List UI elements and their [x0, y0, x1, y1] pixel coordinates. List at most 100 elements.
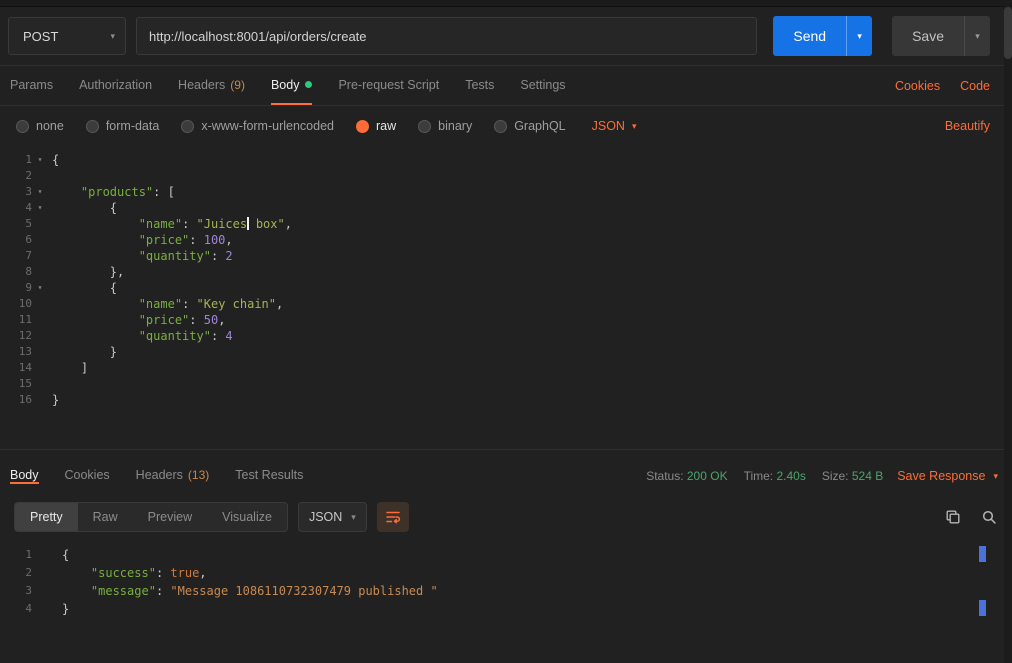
token: :: [156, 584, 170, 598]
body-type-binary[interactable]: binary: [418, 119, 472, 133]
request-tab-authorization[interactable]: Authorization: [79, 66, 152, 105]
request-tab-params[interactable]: Params: [10, 66, 53, 105]
fold-arrow-icon[interactable]: ▾: [32, 184, 48, 200]
token: true: [170, 566, 199, 580]
line-gutter: 7: [0, 248, 48, 264]
send-button[interactable]: Send: [773, 16, 846, 56]
request-tab-pre-request-script[interactable]: Pre-request Script: [338, 66, 439, 105]
code-text: "price": 100,: [52, 232, 233, 248]
request-tab-headers[interactable]: Headers(9): [178, 66, 245, 105]
meta-label: Status:: [646, 469, 687, 483]
response-editor[interactable]: 1{2 "success": true,3 "message": "Messag…: [0, 546, 1012, 618]
token: [62, 566, 91, 580]
token: :: [156, 566, 170, 580]
body-type-x-www-form-urlencoded[interactable]: x-www-form-urlencoded: [181, 119, 334, 133]
request-tab-body[interactable]: Body: [271, 66, 313, 105]
response-toolbar: PrettyRawPreviewVisualize JSON ▾: [0, 496, 1012, 538]
response-editor-section: 1{2 "success": true,3 "message": "Messag…: [0, 538, 1012, 663]
copy-icon: [945, 509, 961, 525]
beautify-link[interactable]: Beautify: [945, 119, 990, 133]
line-gutter: 6: [0, 232, 48, 248]
scrollbar-mark: [979, 546, 986, 562]
token: ,: [225, 233, 232, 247]
request-editor[interactable]: 1▾{23▾ "products": [4▾ {5 "name": "Juice…: [0, 146, 1012, 450]
save-options-button[interactable]: ▾: [964, 16, 990, 56]
token: "price": [139, 313, 190, 327]
line-gutter: 1▾: [0, 152, 48, 168]
tab-label: Tests: [465, 78, 494, 92]
code-link[interactable]: Code: [960, 79, 990, 93]
line-gutter: 3▾: [0, 184, 48, 200]
line-number: 3: [2, 582, 32, 600]
search-button[interactable]: [980, 508, 998, 526]
fold-arrow-icon: [32, 168, 48, 184]
window-scrollbar[interactable]: [1004, 0, 1012, 663]
token: :: [211, 329, 225, 343]
line-gutter: 4: [0, 600, 48, 618]
radio-selected-icon: [356, 120, 369, 133]
meta-label: Time:: [744, 469, 777, 483]
line-gutter: 4▾: [0, 200, 48, 216]
radio-label: binary: [438, 119, 472, 133]
token: "price": [139, 233, 190, 247]
radio-unselected-icon: [16, 120, 29, 133]
code-line: 5 "name": "Juices box",: [0, 216, 1012, 232]
body-type-none[interactable]: none: [16, 119, 64, 133]
line-number: 8: [2, 264, 32, 280]
response-tab-headers[interactable]: Headers(13): [136, 468, 210, 484]
fold-arrow-icon[interactable]: ▾: [32, 200, 48, 216]
fold-arrow-icon: [32, 216, 48, 232]
response-tab-body[interactable]: Body: [10, 468, 39, 484]
token: ,: [218, 313, 225, 327]
token: "name": [139, 217, 182, 231]
method-select[interactable]: POST ▾: [8, 17, 126, 55]
line-number: 9: [2, 280, 32, 296]
line-number: 5: [2, 216, 32, 232]
line-gutter: 2: [0, 564, 48, 582]
fold-arrow-icon: [32, 360, 48, 376]
code-line: 7 "quantity": 2: [0, 248, 1012, 264]
copy-button[interactable]: [944, 508, 962, 526]
view-preview[interactable]: Preview: [133, 503, 207, 531]
response-toolbar-right: [944, 508, 998, 526]
wrap-text-button[interactable]: [377, 502, 409, 532]
save-button[interactable]: Save: [892, 16, 964, 56]
body-type-form-data[interactable]: form-data: [86, 119, 160, 133]
view-raw[interactable]: Raw: [78, 503, 133, 531]
fold-arrow-icon[interactable]: ▾: [32, 152, 48, 168]
view-pretty[interactable]: Pretty: [15, 503, 78, 531]
token: 2: [225, 249, 232, 263]
save-response-button[interactable]: Save Response ▾: [897, 469, 998, 483]
response-status: Status: 200 OK: [646, 469, 727, 483]
cookies-link[interactable]: Cookies: [895, 79, 940, 93]
code-text: {: [52, 200, 117, 216]
send-options-button[interactable]: ▾: [846, 16, 872, 56]
body-type-graphql[interactable]: GraphQL: [494, 119, 565, 133]
request-tab-tests[interactable]: Tests: [465, 66, 494, 105]
response-tab-test-results[interactable]: Test Results: [235, 468, 303, 484]
chevron-down-icon: ▾: [975, 31, 980, 42]
token: "Message 1086110732307479 published ": [170, 584, 437, 598]
code-line: 16}: [0, 392, 1012, 408]
raw-language-select[interactable]: JSON ▾: [592, 119, 637, 133]
response-tab-cookies[interactable]: Cookies: [65, 468, 110, 484]
response-language-select[interactable]: JSON ▾: [298, 502, 367, 532]
line-number: 2: [2, 564, 32, 582]
tab-label: Headers: [136, 468, 183, 482]
scrollbar-thumb[interactable]: [1004, 7, 1012, 59]
fold-arrow-icon[interactable]: ▾: [32, 280, 48, 296]
radio-label: none: [36, 119, 64, 133]
body-type-raw[interactable]: raw: [356, 119, 396, 133]
body-type-row: none form-data x-www-form-urlencoded raw bin…: [0, 106, 1012, 146]
token: :: [211, 249, 225, 263]
request-tab-settings[interactable]: Settings: [520, 66, 565, 105]
code-text: },: [52, 264, 124, 280]
response-header: Body Cookies Headers(13) Test Results Statu…: [0, 456, 1012, 496]
token: :: [189, 313, 203, 327]
url-input[interactable]: http://localhost:8001/api/orders/create: [136, 17, 757, 55]
code-text: "success": true,: [62, 564, 207, 582]
code-line: 4}: [0, 600, 1012, 618]
view-visualize[interactable]: Visualize: [207, 503, 287, 531]
url-text: http://localhost:8001/api/orders/create: [149, 29, 367, 44]
scrollbar-mark: [979, 600, 986, 616]
